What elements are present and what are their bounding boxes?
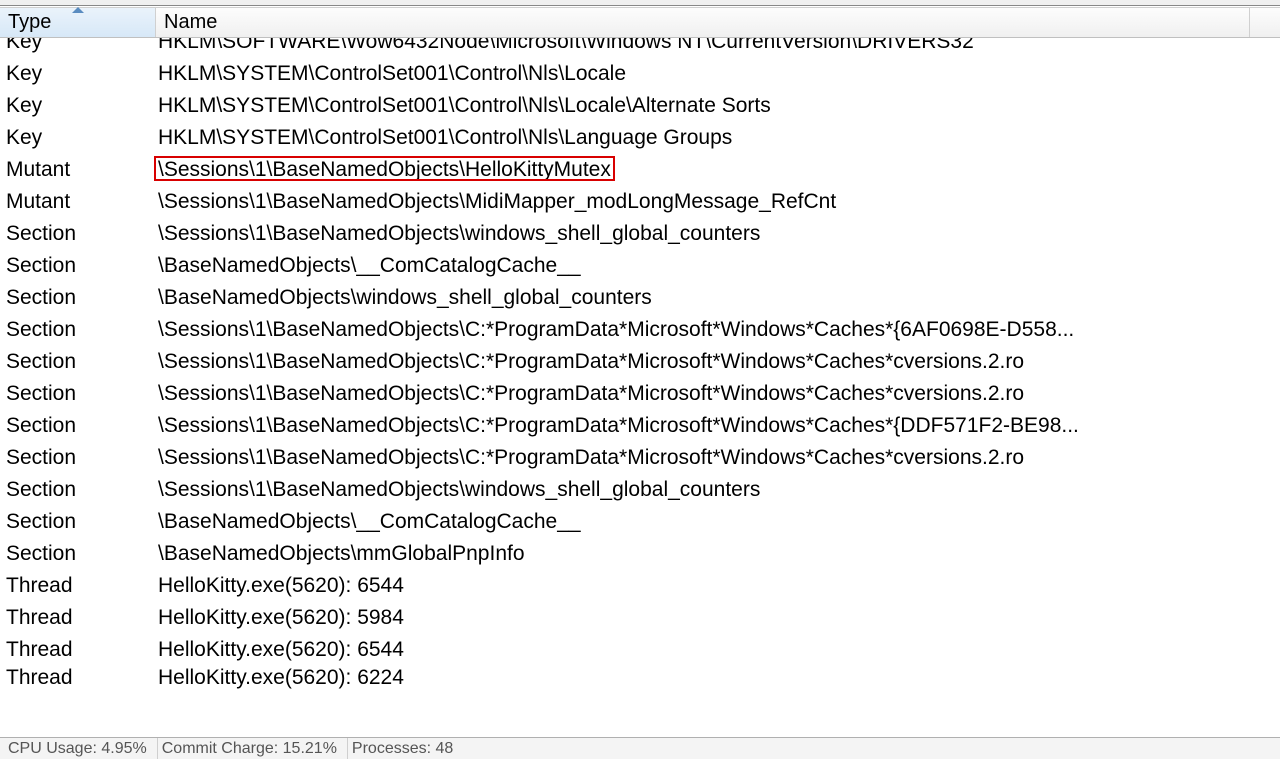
table-row[interactable]: Section\Sessions\1\BaseNamedObjects\C:*P…: [0, 346, 1280, 378]
table-row[interactable]: Section\BaseNamedObjects\mmGlobalPnpInfo: [0, 538, 1280, 570]
table-row[interactable]: ThreadHelloKitty.exe(5620): 6224: [0, 666, 1280, 690]
cell-type: Section: [0, 254, 156, 278]
status-commit: Commit Charge: 15.21%: [158, 738, 348, 759]
table-row[interactable]: Section\Sessions\1\BaseNamedObjects\C:*P…: [0, 442, 1280, 474]
cell-name: HKLM\SYSTEM\ControlSet001\Control\Nls\Lo…: [156, 94, 1280, 118]
cell-type: Key: [0, 126, 156, 150]
cell-type: Section: [0, 510, 156, 534]
table-row[interactable]: Mutant\Sessions\1\BaseNamedObjects\Hello…: [0, 154, 1280, 186]
cell-name: HKLM\SYSTEM\ControlSet001\Control\Nls\Lo…: [156, 62, 1280, 86]
column-header-type[interactable]: Type: [0, 8, 156, 37]
cell-type: Mutant: [0, 190, 156, 214]
column-header-name-label: Name: [164, 11, 217, 34]
cell-type: Key: [0, 38, 156, 54]
cell-type: Section: [0, 286, 156, 310]
table-row[interactable]: KeyHKLM\SYSTEM\ControlSet001\Control\Nls…: [0, 122, 1280, 154]
cell-name: \BaseNamedObjects\mmGlobalPnpInfo: [156, 542, 1280, 566]
cell-type: Key: [0, 62, 156, 86]
cell-type: Mutant: [0, 158, 156, 182]
table-row[interactable]: Mutant\Sessions\1\BaseNamedObjects\MidiM…: [0, 186, 1280, 218]
cell-type: Thread: [0, 666, 156, 690]
cell-type: Section: [0, 350, 156, 374]
cell-name: \Sessions\1\BaseNamedObjects\C:*ProgramD…: [156, 318, 1280, 342]
table-row[interactable]: ThreadHelloKitty.exe(5620): 6544: [0, 570, 1280, 602]
cell-name: \BaseNamedObjects\__ComCatalogCache__: [156, 254, 1280, 278]
cell-name: \Sessions\1\BaseNamedObjects\C:*ProgramD…: [156, 350, 1280, 374]
table-row[interactable]: ThreadHelloKitty.exe(5620): 6544: [0, 634, 1280, 666]
column-header-type-label: Type: [8, 11, 51, 34]
cell-type: Section: [0, 446, 156, 470]
cell-name: \Sessions\1\BaseNamedObjects\HelloKittyM…: [156, 158, 1280, 182]
column-header-name[interactable]: Name: [156, 8, 1250, 37]
cell-name: \BaseNamedObjects\__ComCatalogCache__: [156, 510, 1280, 534]
cell-name: \Sessions\1\BaseNamedObjects\windows_she…: [156, 222, 1280, 246]
cell-name: \Sessions\1\BaseNamedObjects\C:*ProgramD…: [156, 414, 1280, 438]
cell-name: \Sessions\1\BaseNamedObjects\C:*ProgramD…: [156, 446, 1280, 470]
cell-type: Section: [0, 542, 156, 566]
cell-name: \BaseNamedObjects\windows_shell_global_c…: [156, 286, 1280, 310]
cell-name: HelloKitty.exe(5620): 6544: [156, 574, 1280, 598]
cell-name: HelloKitty.exe(5620): 6544: [156, 638, 1280, 662]
cell-type: Thread: [0, 606, 156, 630]
cell-type: Thread: [0, 574, 156, 598]
status-processes: Processes: 48: [348, 738, 463, 759]
cell-type: Section: [0, 478, 156, 502]
sort-ascending-icon: [72, 7, 84, 13]
table-row[interactable]: ThreadHelloKitty.exe(5620): 5984: [0, 602, 1280, 634]
cell-type: Thread: [0, 638, 156, 662]
cell-name: HKLM\SOFTWARE\Wow6432Node\Microsoft\Wind…: [156, 38, 1280, 54]
table-row[interactable]: Section\BaseNamedObjects\windows_shell_g…: [0, 282, 1280, 314]
cell-type: Section: [0, 382, 156, 406]
table-row[interactable]: Section\Sessions\1\BaseNamedObjects\wind…: [0, 474, 1280, 506]
column-header-stub[interactable]: [1250, 8, 1280, 37]
table-row[interactable]: Section\Sessions\1\BaseNamedObjects\wind…: [0, 218, 1280, 250]
cell-name: \Sessions\1\BaseNamedObjects\windows_she…: [156, 478, 1280, 502]
table-row[interactable]: Section\Sessions\1\BaseNamedObjects\C:*P…: [0, 378, 1280, 410]
cell-name: HKLM\SYSTEM\ControlSet001\Control\Nls\La…: [156, 126, 1280, 150]
table-row[interactable]: KeyHKLM\SOFTWARE\Wow6432Node\Microsoft\W…: [0, 38, 1280, 58]
status-cpu: CPU Usage: 4.95%: [4, 738, 158, 759]
handles-list-window: Type Name KeyHKLM\SOFTWARE\Wow6432Node\M…: [0, 0, 1280, 759]
table-row[interactable]: Section\BaseNamedObjects\__ComCatalogCac…: [0, 506, 1280, 538]
cell-name: \Sessions\1\BaseNamedObjects\MidiMapper_…: [156, 190, 1280, 214]
handles-list-body[interactable]: KeyHKLM\SOFTWARE\Wow6432Node\Microsoft\W…: [0, 38, 1280, 737]
cell-name: HelloKitty.exe(5620): 5984: [156, 606, 1280, 630]
table-row[interactable]: Section\Sessions\1\BaseNamedObjects\C:*P…: [0, 314, 1280, 346]
table-row[interactable]: KeyHKLM\SYSTEM\ControlSet001\Control\Nls…: [0, 58, 1280, 90]
cell-type: Section: [0, 318, 156, 342]
cell-type: Section: [0, 222, 156, 246]
cell-name: \Sessions\1\BaseNamedObjects\C:*ProgramD…: [156, 382, 1280, 406]
column-header-row: Type Name: [0, 8, 1280, 38]
table-row[interactable]: KeyHKLM\SYSTEM\ControlSet001\Control\Nls…: [0, 90, 1280, 122]
status-bar: CPU Usage: 4.95% Commit Charge: 15.21% P…: [0, 737, 1280, 759]
cell-type: Key: [0, 94, 156, 118]
table-row[interactable]: Section\Sessions\1\BaseNamedObjects\C:*P…: [0, 410, 1280, 442]
table-row[interactable]: Section\BaseNamedObjects\__ComCatalogCac…: [0, 250, 1280, 282]
cell-type: Section: [0, 414, 156, 438]
cell-name: HelloKitty.exe(5620): 6224: [156, 666, 1280, 690]
